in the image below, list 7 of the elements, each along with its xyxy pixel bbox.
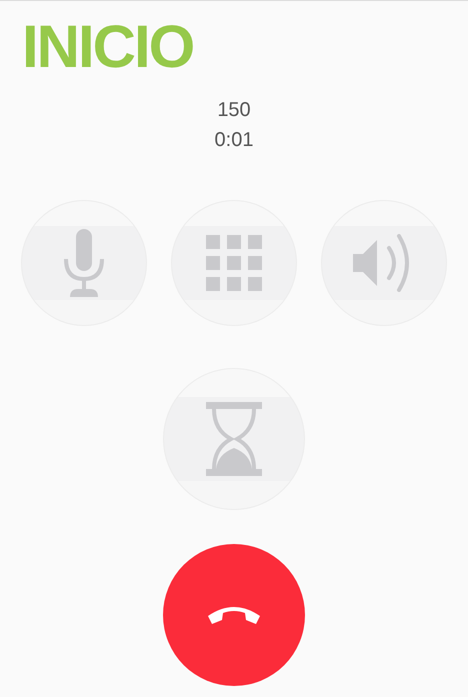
phone-number: 150 — [217, 98, 251, 123]
logo: INICIO — [22, 13, 194, 80]
phone-hangup-icon — [206, 604, 262, 626]
microphone-icon — [62, 229, 106, 297]
keypad-icon — [206, 235, 262, 291]
call-duration: 0:01 — [214, 128, 254, 153]
hourglass-icon — [206, 402, 262, 476]
